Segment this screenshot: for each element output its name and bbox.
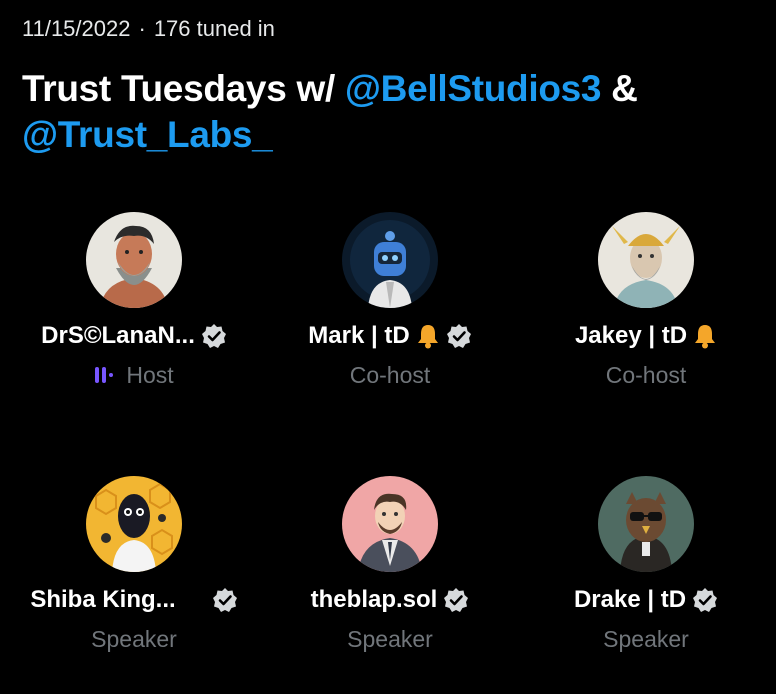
participant-name-row: Shiba King... [6,584,262,616]
robot-astronaut-avatar[interactable] [342,212,438,308]
participant-name-row: theblap.sol [262,584,518,616]
bell-icon [416,323,440,349]
participant-name-row: Jakey | tD [518,320,774,352]
participant-name[interactable]: Drake | tD [574,586,686,614]
space-date: 11/15/2022 [22,16,131,41]
suited-man-avatar[interactable] [342,476,438,572]
participant-role: Host [126,361,174,388]
title-joiner: & [601,68,638,109]
participant-role: Speaker [603,625,689,652]
verified-badge-icon [443,587,469,613]
participant-role-row: Speaker [6,624,262,654]
title-text: Trust Tuesdays w/ [22,68,345,109]
participant-name-row: Drake | tD [518,584,774,616]
participant-role-row: Host [6,360,262,390]
participant-name[interactable]: Mark | tD [308,322,409,350]
participant-name[interactable]: Jakey | tD [575,322,687,350]
participant-role-row: Co-host [262,360,518,390]
bearded-man-avatar[interactable] [86,212,182,308]
listener-count: 176 tuned in [153,16,275,41]
owl-avatar[interactable] [598,476,694,572]
participant-card[interactable]: theblap.sol Speaker [262,476,518,654]
participant-card[interactable]: Mark | tD Co-host [262,212,518,390]
mention-link-bellstudios3[interactable]: @BellStudios3 [345,68,602,109]
space-meta: 11/15/2022 · 176 tuned in [22,16,275,42]
meta-separator: · [138,16,146,41]
participant-card[interactable]: Drake | tD Speaker [518,476,774,654]
bell-icon [693,323,717,349]
participant-name-row: DrS©LanaN... [6,320,262,352]
participant-name[interactable]: theblap.sol [311,586,438,614]
space-title: Trust Tuesdays w/ @BellStudios3 & @Trust… [22,66,762,158]
participant-role-row: Co-host [518,360,774,390]
participant-name-row: Mark | tD [262,320,518,352]
participant-role-row: Speaker [262,624,518,654]
verified-badge-icon [212,587,238,613]
participant-name[interactable]: Shiba King... [30,586,175,614]
participant-role: Speaker [91,625,177,652]
participant-card[interactable]: Shiba King... Speaker [6,476,262,654]
participant-card[interactable]: DrS©LanaN... Host [6,212,262,390]
mention-link-trust-labs[interactable]: @Trust_Labs_ [22,114,273,155]
speaking-indicator-icon [94,365,116,385]
participant-role: Co-host [349,361,431,388]
verified-badge-icon [692,587,718,613]
participant-name[interactable]: DrS©LanaN... [41,322,195,350]
verified-badge-icon [201,323,227,349]
verified-badge-icon [446,323,472,349]
bee-hive-avatar[interactable] [86,476,182,572]
participant-card[interactable]: Jakey | tD Co-host [518,212,774,390]
participant-role-row: Speaker [518,624,774,654]
participant-role: Speaker [347,625,433,652]
winged-helmet-avatar[interactable] [598,212,694,308]
participant-role: Co-host [605,361,687,388]
